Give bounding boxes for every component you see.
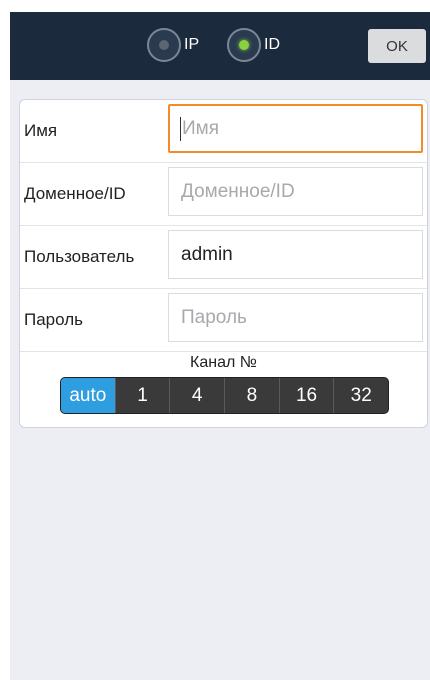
name-label: Имя (24, 121, 58, 140)
radio-ip-label: IP (184, 36, 200, 53)
channel-selector: auto 1 4 8 16 32 (60, 377, 389, 414)
radio-id-dot-icon (239, 40, 249, 50)
user-row: Пользователь admin (20, 226, 427, 289)
app-screen: IP ID OK Имя Имя Доменное/ID Доменное/ID… (10, 12, 430, 680)
domain-label: Доменное/ID (24, 184, 126, 203)
password-field[interactable]: Пароль (168, 293, 423, 342)
radio-ip-option[interactable]: IP (147, 28, 199, 62)
channel-option-8[interactable]: 8 (224, 378, 279, 413)
radio-ip-dot-icon (159, 40, 169, 50)
channel-option-4[interactable]: 4 (169, 378, 224, 413)
domain-field[interactable]: Доменное/ID (168, 167, 423, 216)
channel-option-16[interactable]: 16 (278, 378, 334, 413)
user-field[interactable]: admin (168, 230, 423, 279)
channel-title: Канал № (190, 354, 257, 371)
text-caret (180, 116, 181, 141)
channel-option-auto[interactable]: auto (61, 378, 115, 413)
radio-id-label: ID (264, 36, 280, 53)
password-row: Пароль Пароль (20, 289, 427, 352)
channel-option-32[interactable]: 32 (333, 378, 388, 413)
form-card: Имя Имя Доменное/ID Доменное/ID Пользова… (19, 99, 428, 428)
radio-id-button[interactable] (227, 28, 261, 62)
user-label: Пользователь (24, 247, 135, 266)
name-field-placeholder: Имя (182, 118, 220, 139)
channel-option-1[interactable]: 1 (114, 378, 170, 413)
ok-button[interactable]: OK (368, 29, 426, 63)
top-bar: IP ID OK (10, 12, 430, 80)
password-label: Пароль (24, 310, 83, 329)
radio-ip-button[interactable] (147, 28, 181, 62)
name-field[interactable]: Имя (168, 104, 423, 153)
radio-id-option[interactable]: ID (227, 28, 280, 62)
name-row: Имя Имя (20, 100, 427, 163)
domain-row: Доменное/ID Доменное/ID (20, 163, 427, 226)
